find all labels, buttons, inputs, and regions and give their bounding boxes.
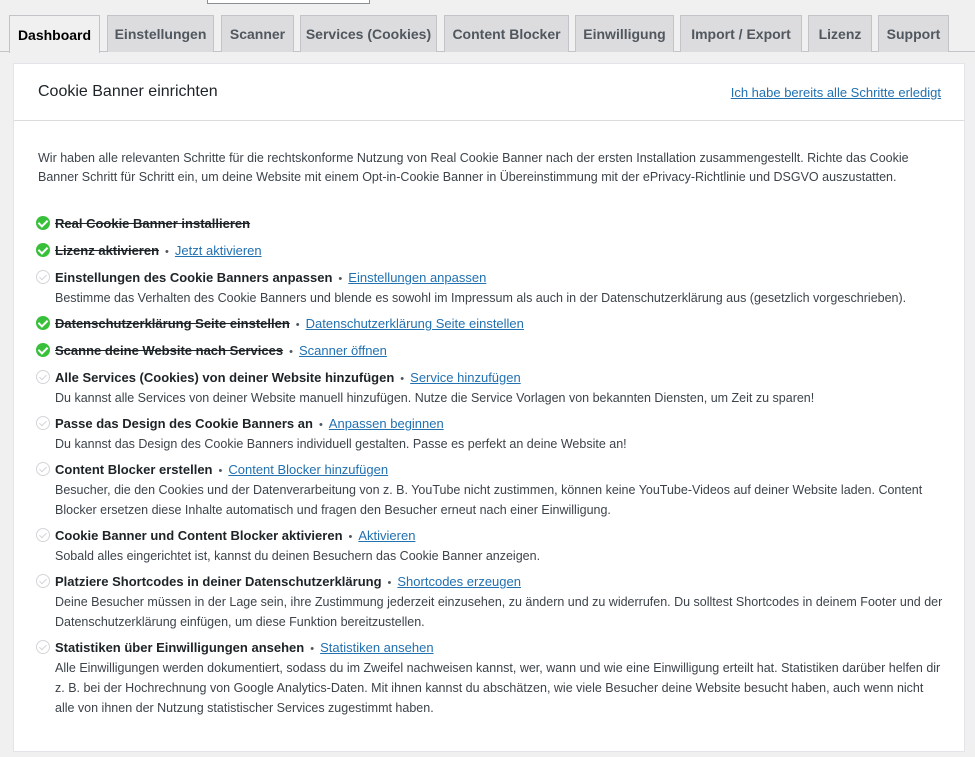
step-line: Einstellungen des Cookie Banners anpasse… bbox=[55, 264, 946, 291]
checklist-step: Lizenz aktivieren • Jetzt aktivieren bbox=[36, 237, 946, 264]
step-title: Alle Services (Cookies) von deiner Websi… bbox=[55, 370, 395, 385]
separator-dot: • bbox=[295, 319, 300, 331]
step-title: Cookie Banner und Content Blocker aktivi… bbox=[55, 528, 343, 543]
intro-text: Wir haben alle relevanten Schritte für d… bbox=[38, 151, 909, 184]
check-circle-icon bbox=[36, 316, 50, 330]
check-circle-icon bbox=[36, 343, 50, 357]
step-title: Platziere Shortcodes in deiner Datenschu… bbox=[55, 574, 382, 589]
step-line: Real Cookie Banner installieren bbox=[55, 210, 946, 237]
checklist-step: Content Blocker erstellen • Content Blocke… bbox=[36, 456, 946, 520]
step-description: Du kannst das Design des Cookie Banners … bbox=[55, 437, 627, 451]
step-title: Content Blocker erstellen bbox=[55, 462, 213, 477]
checklist-step: Einstellungen des Cookie Banners anpasse… bbox=[36, 264, 946, 308]
step-title: Passe das Design des Cookie Banners an bbox=[55, 416, 313, 431]
step-line: Platziere Shortcodes in deiner Datenschu… bbox=[55, 568, 946, 595]
step-line: Passe das Design des Cookie Banners an • A… bbox=[55, 410, 946, 437]
panel-title: Cookie Banner einrichten bbox=[38, 83, 218, 100]
step-line: Datenschutzerklärung Seite einstellen • Da… bbox=[55, 310, 946, 337]
step-action-link[interactable]: Scanner öffnen bbox=[299, 343, 387, 358]
check-circle-icon bbox=[36, 243, 50, 257]
tab-einstellungen[interactable]: Einstellungen bbox=[107, 15, 214, 52]
step-line: Alle Services (Cookies) von deiner Websi… bbox=[55, 364, 946, 391]
step-title: Einstellungen des Cookie Banners anpasse… bbox=[55, 270, 333, 285]
tab-lizenz[interactable]: Lizenz bbox=[808, 15, 872, 52]
checklist-step: Passe das Design des Cookie Banners an • A… bbox=[36, 410, 946, 454]
pending-circle-icon bbox=[36, 270, 50, 284]
step-description: Sobald alles eingerichtet ist, kannst du… bbox=[55, 549, 541, 563]
separator-dot: • bbox=[289, 346, 293, 358]
skip-all-steps-link[interactable]: Ich habe bereits alle Schritte erledigt bbox=[731, 85, 941, 100]
step-action-link[interactable]: Einstellungen anpassen bbox=[348, 270, 486, 285]
setup-panel: Cookie Banner einrichten Ich habe bereit… bbox=[13, 63, 965, 752]
pending-circle-icon bbox=[36, 370, 50, 384]
checklist-step: Scanne deine Website nach Services • Scann… bbox=[36, 337, 946, 364]
step-action-link[interactable]: Datenschutzerklärung Seite einstellen bbox=[306, 316, 524, 331]
tab-bar: Dashboard Einstellungen Scanner Services… bbox=[0, 15, 975, 53]
step-action-link[interactable]: Content Blocker hinzufügen bbox=[228, 462, 388, 477]
tab-scanner[interactable]: Scanner bbox=[221, 15, 294, 52]
check-circle-icon bbox=[36, 216, 50, 230]
checklist-step: Cookie Banner und Content Blocker aktivi… bbox=[36, 522, 946, 566]
separator-dot: • bbox=[165, 246, 169, 258]
pending-circle-icon bbox=[36, 574, 50, 588]
pending-circle-icon bbox=[36, 528, 50, 542]
step-title: Lizenz aktivieren bbox=[55, 243, 160, 258]
step-line: Statistiken über Einwilligungen ansehen •… bbox=[55, 634, 946, 661]
tab-support[interactable]: Support bbox=[878, 15, 949, 52]
step-description: Alle Einwilligungen werden dokumentiert,… bbox=[55, 661, 941, 715]
pending-circle-icon bbox=[36, 462, 50, 476]
step-description: Besucher, die den Cookies und der Datenv… bbox=[55, 483, 923, 517]
pending-circle-icon bbox=[36, 640, 50, 654]
top-input-edge bbox=[207, 0, 370, 4]
step-title: Datenschutzerklärung Seite einstellen bbox=[55, 316, 290, 331]
tab-services[interactable]: Services (Cookies) bbox=[300, 15, 437, 52]
step-action-link[interactable]: Jetzt aktivieren bbox=[175, 243, 262, 258]
step-line: Lizenz aktivieren • Jetzt aktivieren bbox=[55, 237, 946, 264]
checklist-step: Real Cookie Banner installieren bbox=[36, 210, 946, 237]
tab-import-export[interactable]: Import / Export bbox=[680, 15, 802, 52]
checklist-step: Datenschutzerklärung Seite einstellen • Da… bbox=[36, 310, 946, 337]
step-line: Cookie Banner und Content Blocker aktivi… bbox=[55, 522, 946, 549]
pending-circle-icon bbox=[36, 416, 50, 430]
step-description: Bestimme das Verhalten des Cookie Banner… bbox=[55, 291, 907, 305]
panel-header: Cookie Banner einrichten Ich habe bereit… bbox=[14, 64, 964, 121]
checklist-step: Alle Services (Cookies) von deiner Websi… bbox=[36, 364, 946, 408]
tab-einwilligung[interactable]: Einwilligung bbox=[575, 15, 674, 52]
step-action-link[interactable]: Service hinzufügen bbox=[410, 370, 521, 385]
step-description: Du kannst alle Services von deiner Websi… bbox=[55, 391, 815, 405]
step-title: Scanne deine Website nach Services bbox=[55, 343, 284, 358]
step-action-link[interactable]: Shortcodes erzeugen bbox=[397, 574, 521, 589]
tab-content-blocker[interactable]: Content Blocker bbox=[444, 15, 569, 52]
step-line: Content Blocker erstellen • Content Blocke… bbox=[55, 456, 946, 483]
step-action-link[interactable]: Anpassen beginnen bbox=[329, 416, 444, 431]
steps-list: Real Cookie Banner installieren Lizenz ak… bbox=[36, 210, 946, 720]
checklist-step: Platziere Shortcodes in deiner Datenschu… bbox=[36, 568, 946, 632]
checklist-step: Statistiken über Einwilligungen ansehen •… bbox=[36, 634, 946, 718]
step-line: Scanne deine Website nach Services • Scann… bbox=[55, 337, 946, 364]
step-title: Statistiken über Einwilligungen ansehen bbox=[55, 640, 305, 655]
step-action-link[interactable]: Aktivieren bbox=[358, 528, 415, 543]
tab-dashboard[interactable]: Dashboard bbox=[9, 15, 100, 53]
step-action-link[interactable]: Statistiken ansehen bbox=[320, 640, 433, 655]
step-description: Deine Besucher müssen in der Lage sein, … bbox=[55, 595, 943, 629]
step-title: Real Cookie Banner installieren bbox=[55, 216, 251, 231]
